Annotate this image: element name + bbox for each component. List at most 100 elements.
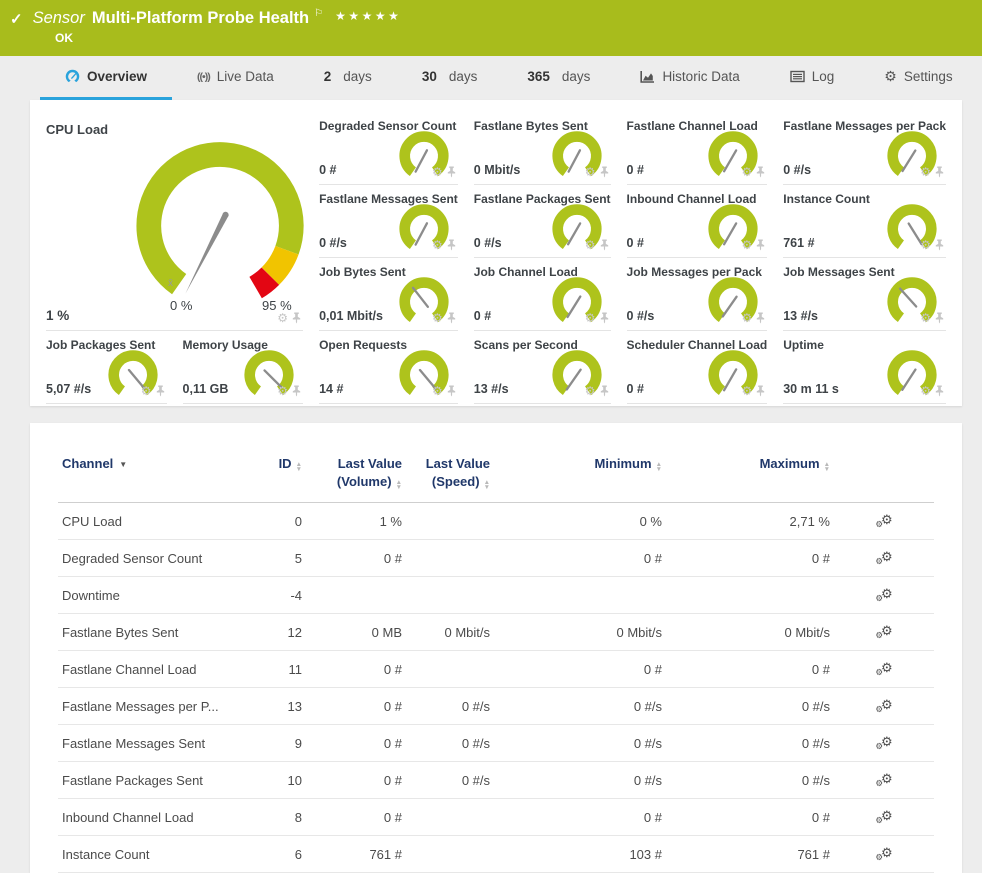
- pin-icon[interactable]: [292, 312, 301, 324]
- channel-name[interactable]: Fastlane Packages Sent: [58, 762, 248, 799]
- flag-icon[interactable]: ⚐: [314, 8, 323, 19]
- pin-icon[interactable]: [935, 312, 944, 324]
- channel-name[interactable]: CPU Load: [58, 503, 248, 540]
- star-rating[interactable]: ★★★★★: [335, 9, 401, 23]
- channel-name[interactable]: Fastlane Messages Sent: [58, 725, 248, 762]
- table-row[interactable]: Fastlane Messages Sent 9 0 # 0 #/s 0 #/s…: [58, 725, 934, 762]
- pin-icon[interactable]: [600, 312, 609, 324]
- column-header-id[interactable]: ID▲▼: [248, 441, 306, 503]
- gear-icon[interactable]: ⚙: [920, 385, 931, 397]
- gauge-cell[interactable]: Fastlane Channel Load 0 # ⚙: [627, 112, 768, 185]
- column-header-max[interactable]: Maximum▲▼: [666, 441, 834, 503]
- pin-icon[interactable]: [447, 166, 456, 178]
- column-header-volume[interactable]: Last Value(Volume)▲▼: [306, 441, 406, 503]
- tab-settings[interactable]: ⚙ Settings: [859, 56, 977, 100]
- pin-icon[interactable]: [935, 166, 944, 178]
- table-row[interactable]: CPU Load 0 1 % 0 % 2,71 % ⚙⚙: [58, 503, 934, 540]
- tab-live-data[interactable]: ((•)) Live Data: [172, 56, 299, 100]
- column-header-min[interactable]: Minimum▲▼: [494, 441, 666, 503]
- tab-30-days[interactable]: 30 days: [397, 56, 503, 100]
- gear-icon[interactable]: ⚙: [741, 239, 752, 251]
- pin-icon[interactable]: [935, 385, 944, 397]
- gauge-cell[interactable]: Fastlane Packages Sent 0 #/s ⚙: [474, 185, 611, 258]
- gauge-cell[interactable]: Fastlane Messages Sent 0 #/s ⚙: [319, 185, 458, 258]
- gear-icon[interactable]: ⚙: [585, 312, 596, 324]
- gauge-cell[interactable]: Job Bytes Sent 0,01 Mbit/s ⚙: [319, 258, 458, 331]
- pin-icon[interactable]: [447, 312, 456, 324]
- edit-channel-icon[interactable]: ⚙⚙: [875, 549, 892, 564]
- gear-icon[interactable]: ⚙: [432, 239, 443, 251]
- edit-channel-icon[interactable]: ⚙⚙: [875, 660, 892, 675]
- gear-icon[interactable]: ⚙: [741, 166, 752, 178]
- gauge-cell[interactable]: Inbound Channel Load 0 # ⚙: [627, 185, 768, 258]
- gear-icon[interactable]: ⚙: [432, 385, 443, 397]
- gauge-cell[interactable]: Job Packages Sent 5,07 #/s ⚙: [46, 331, 167, 404]
- edit-channel-icon[interactable]: ⚙⚙: [875, 697, 892, 712]
- pin-icon[interactable]: [935, 239, 944, 251]
- table-row[interactable]: Fastlane Channel Load 11 0 # 0 # 0 # ⚙⚙: [58, 651, 934, 688]
- gear-icon[interactable]: ⚙: [741, 385, 752, 397]
- gauge-cell[interactable]: Scheduler Channel Load 0 # ⚙: [627, 331, 768, 404]
- gear-icon[interactable]: ⚙: [920, 312, 931, 324]
- tab-365-days[interactable]: 365 days: [502, 56, 615, 100]
- gear-icon[interactable]: ⚙: [141, 385, 152, 397]
- gauge-cell[interactable]: Scans per Second 13 #/s ⚙: [474, 331, 611, 404]
- table-row[interactable]: Fastlane Packages Sent 10 0 # 0 #/s 0 #/…: [58, 762, 934, 799]
- gear-icon[interactable]: ⚙: [277, 312, 288, 324]
- gear-icon[interactable]: ⚙: [277, 385, 288, 397]
- gauge-cell[interactable]: Open Requests 14 # ⚙: [319, 331, 458, 404]
- gauge-cell[interactable]: Job Channel Load 0 # ⚙: [474, 258, 611, 331]
- tab-overview[interactable]: Overview: [40, 56, 172, 100]
- edit-channel-icon[interactable]: ⚙⚙: [875, 845, 892, 860]
- pin-icon[interactable]: [600, 239, 609, 251]
- pin-icon[interactable]: [756, 166, 765, 178]
- pin-icon[interactable]: [600, 385, 609, 397]
- channel-name[interactable]: Fastlane Messages per P...: [58, 688, 248, 725]
- pin-icon[interactable]: [600, 166, 609, 178]
- gear-icon[interactable]: ⚙: [585, 166, 596, 178]
- gear-icon[interactable]: ⚙: [585, 385, 596, 397]
- gauge-cell[interactable]: Degraded Sensor Count 0 # ⚙: [319, 112, 458, 185]
- gear-icon[interactable]: ⚙: [920, 239, 931, 251]
- table-row[interactable]: Instance Count 6 761 # 103 # 761 # ⚙⚙: [58, 836, 934, 873]
- table-row[interactable]: Degraded Sensor Count 5 0 # 0 # 0 # ⚙⚙: [58, 540, 934, 577]
- gauge-cell[interactable]: Fastlane Messages per Pack 0 #/s ⚙: [783, 112, 946, 185]
- gear-icon[interactable]: ⚙: [741, 312, 752, 324]
- edit-channel-icon[interactable]: ⚙⚙: [875, 808, 892, 823]
- table-row[interactable]: Fastlane Messages per P... 13 0 # 0 #/s …: [58, 688, 934, 725]
- channel-name[interactable]: Downtime: [58, 577, 248, 614]
- pin-icon[interactable]: [156, 385, 165, 397]
- tab-log[interactable]: Log: [765, 56, 860, 100]
- tab-historic-data[interactable]: Historic Data: [615, 56, 764, 100]
- edit-channel-icon[interactable]: ⚙⚙: [875, 586, 892, 601]
- gauge-cell[interactable]: Job Messages Sent 13 #/s ⚙: [783, 258, 946, 331]
- edit-channel-icon[interactable]: ⚙⚙: [875, 623, 892, 638]
- gear-icon[interactable]: ⚙: [585, 239, 596, 251]
- gear-icon[interactable]: ⚙: [432, 312, 443, 324]
- gauge-cell[interactable]: Fastlane Bytes Sent 0 Mbit/s ⚙: [474, 112, 611, 185]
- edit-channel-icon[interactable]: ⚙⚙: [875, 512, 892, 527]
- column-header-channel[interactable]: Channel▼: [58, 441, 248, 503]
- pin-icon[interactable]: [447, 385, 456, 397]
- pin-icon[interactable]: [756, 312, 765, 324]
- edit-channel-icon[interactable]: ⚙⚙: [875, 771, 892, 786]
- channel-name[interactable]: Degraded Sensor Count: [58, 540, 248, 577]
- pin-icon[interactable]: [292, 385, 301, 397]
- gauge-cell[interactable]: Memory Usage 0,11 GB ⚙: [183, 331, 304, 404]
- channel-name[interactable]: Instance Count: [58, 836, 248, 873]
- channel-name[interactable]: Inbound Channel Load: [58, 799, 248, 836]
- pin-icon[interactable]: [447, 239, 456, 251]
- edit-channel-icon[interactable]: ⚙⚙: [875, 734, 892, 749]
- pin-icon[interactable]: [756, 385, 765, 397]
- channel-name[interactable]: Fastlane Channel Load: [58, 651, 248, 688]
- gauge-cell[interactable]: Job Messages per Pack 0 #/s ⚙: [627, 258, 768, 331]
- gauge-cell[interactable]: Uptime 30 m 11 s ⚙: [783, 331, 946, 404]
- tab-2-days[interactable]: 2 days: [299, 56, 397, 100]
- gear-icon[interactable]: ⚙: [432, 166, 443, 178]
- table-row[interactable]: Fastlane Bytes Sent 12 0 MB 0 Mbit/s 0 M…: [58, 614, 934, 651]
- table-row[interactable]: Inbound Channel Load 8 0 # 0 # 0 # ⚙⚙: [58, 799, 934, 836]
- gear-icon[interactable]: ⚙: [920, 166, 931, 178]
- column-header-speed[interactable]: Last Value(Speed)▲▼: [406, 441, 494, 503]
- cpu-gauge-cell[interactable]: CPU Load x̄ 0 % 95 % 1 % ⚙: [46, 112, 303, 331]
- table-row[interactable]: Downtime -4 ⚙⚙: [58, 577, 934, 614]
